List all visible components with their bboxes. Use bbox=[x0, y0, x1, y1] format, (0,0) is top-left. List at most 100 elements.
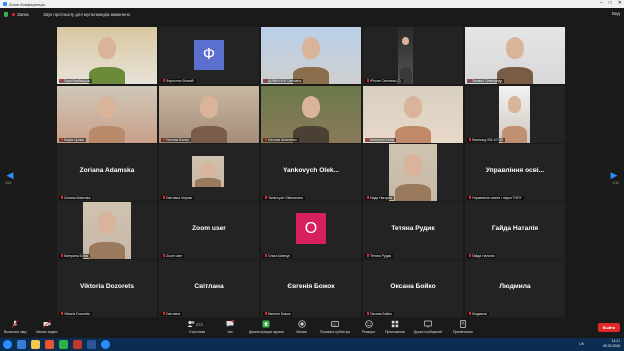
participants-label: Участники bbox=[188, 330, 206, 334]
participant-name-label: Samsung SM-A7018 bbox=[467, 137, 506, 142]
leave-meeting-button[interactable]: Выйти bbox=[598, 323, 620, 332]
page-indicator-left: 1/11 bbox=[5, 181, 12, 185]
participant-tile[interactable]: Viktoria Dozorets Viktoria Dozorets bbox=[57, 260, 157, 317]
participant-display-name: Оксана Бойко bbox=[390, 283, 436, 290]
participant-tile[interactable]: Євгенія Божок Євгенія Божок bbox=[261, 260, 361, 317]
system-clock[interactable]: 13:21 05.03.2026 bbox=[603, 339, 620, 349]
participant-tile[interactable]: Світлана Світлана bbox=[159, 260, 259, 317]
person-body bbox=[502, 125, 527, 143]
participant-display-name: Zoriana Adamska bbox=[79, 167, 135, 174]
windows-start-icon[interactable] bbox=[3, 340, 12, 349]
subtitles-button[interactable]: CC Показать субтитры bbox=[320, 320, 350, 334]
participant-tile[interactable]: Світлана Черкас bbox=[159, 144, 259, 201]
record-button[interactable]: Запись bbox=[296, 320, 307, 334]
participant-tile[interactable]: Людмила Людмила bbox=[465, 260, 565, 317]
chat-icon bbox=[226, 320, 234, 328]
participant-tile[interactable]: Управління осві... Управління освіти і на… bbox=[465, 144, 565, 201]
participant-tile[interactable]: О Ольга Шевчук bbox=[261, 202, 361, 259]
mic-muted-icon bbox=[265, 79, 267, 83]
window-titlebar: Zoom Конференція – □ ✕ bbox=[0, 0, 624, 8]
zoom-app-icon bbox=[3, 2, 7, 6]
participant-tile[interactable]: Zoom user Zoom user bbox=[159, 202, 259, 259]
participant-tile[interactable]: Ф Форостюк Віталій bbox=[159, 27, 259, 84]
mic-muted-icon bbox=[61, 312, 63, 316]
participant-tile[interactable]: Yankovych Olek... Yankovych Oleksandra bbox=[261, 144, 361, 201]
smile-icon bbox=[364, 320, 373, 328]
participant-name-label: iPhone Світлана (2) bbox=[365, 78, 403, 83]
prev-page-arrow-icon[interactable]: ◀ bbox=[6, 170, 14, 181]
participants-button[interactable]: 272 Участники bbox=[187, 320, 207, 334]
security-shield-icon[interactable] bbox=[4, 12, 8, 17]
notes-label: Примечания bbox=[453, 330, 473, 334]
participant-display-name: Zoom user bbox=[192, 225, 226, 232]
mic-muted-icon bbox=[469, 196, 471, 200]
participant-tile[interactable]: ДИВАНЧУК Світлана bbox=[261, 27, 361, 84]
participant-name-label: Viktoria Dozorets bbox=[59, 311, 92, 316]
participant-tile[interactable]: Наталія Шевченко bbox=[261, 86, 361, 143]
participant-display-name: Євгенія Божок bbox=[287, 283, 335, 290]
participant-tile[interactable]: Зоря Вербицька bbox=[57, 27, 157, 84]
participant-name-label: Євгенія Божок bbox=[263, 311, 293, 316]
maximize-icon[interactable]: □ bbox=[609, 0, 612, 6]
participant-tile[interactable]: Гайда Наталія Гайда Наталія bbox=[465, 202, 565, 259]
participant-display-name: Тетяна Рудик bbox=[391, 225, 435, 232]
apps-button[interactable]: Приложения bbox=[385, 320, 405, 334]
participant-tile[interactable]: Надя Нагорна bbox=[363, 144, 463, 201]
apps-label: Приложения bbox=[385, 330, 405, 334]
word-icon[interactable] bbox=[87, 340, 96, 349]
participant-display-name: Гайда Наталія bbox=[491, 225, 539, 232]
mic-muted-icon bbox=[469, 138, 471, 142]
participant-avatar: Ф bbox=[194, 40, 224, 70]
chat-label: Чат bbox=[227, 330, 233, 334]
participant-tile[interactable]: Катерина Білик bbox=[57, 202, 157, 259]
windows-taskbar: UK 13:21 05.03.2026 bbox=[0, 338, 624, 351]
participant-name-label: Гайда Наталія bbox=[467, 253, 497, 258]
mic-muted-icon bbox=[469, 254, 471, 258]
participant-display-name: Viktoria Dozorets bbox=[79, 283, 135, 290]
unmute-button[interactable]: Включить звук bbox=[4, 320, 27, 334]
participant-name-label: Zoom user bbox=[161, 253, 185, 258]
view-button[interactable]: Вид bbox=[612, 11, 620, 16]
participant-tile[interactable]: Зінович Олександр bbox=[465, 27, 565, 84]
chrome-icon[interactable] bbox=[59, 340, 68, 349]
recording-icon bbox=[12, 13, 15, 16]
next-page-arrow-icon[interactable]: ▶ bbox=[610, 170, 618, 181]
clock-date: 05.03.2026 bbox=[603, 344, 620, 348]
reactions-button[interactable]: Реакции bbox=[362, 320, 375, 334]
person-face bbox=[98, 37, 116, 59]
person-body bbox=[395, 125, 431, 143]
participant-tile[interactable]: iPhone Світлана (2) bbox=[363, 27, 463, 84]
recording-label[interactable]: Запис bbox=[17, 12, 29, 17]
participant-tile[interactable]: Марія Цолик bbox=[57, 86, 157, 143]
file-explorer-icon[interactable] bbox=[31, 340, 40, 349]
participant-tile[interactable]: Оксана Бойко Оксана Бойко bbox=[363, 260, 463, 317]
chat-button[interactable]: Чат bbox=[226, 320, 234, 334]
participant-tile[interactable]: Наталія Косюк bbox=[159, 86, 259, 143]
close-icon[interactable]: ✕ bbox=[618, 0, 622, 6]
meeting-toolbar: Включить звук Начать видео 272 Участники… bbox=[0, 318, 624, 338]
whiteboard-button[interactable]: Доска сообщений bbox=[414, 320, 442, 334]
keyboard-language[interactable]: UK bbox=[579, 342, 584, 346]
notes-button[interactable]: Примечания bbox=[453, 320, 473, 334]
mic-muted-icon bbox=[61, 254, 63, 258]
participant-tile[interactable]: Samsung SM-A7018 bbox=[465, 86, 565, 143]
ie-icon[interactable] bbox=[17, 340, 26, 349]
page-indicator-right: 1/11 bbox=[612, 181, 619, 185]
firefox-icon[interactable] bbox=[45, 340, 54, 349]
participant-name-label: Людмила bbox=[467, 311, 489, 316]
person-body bbox=[89, 66, 125, 84]
participant-tile[interactable]: Тетяна Рудик Тетяна Рудик bbox=[363, 202, 463, 259]
participant-tile[interactable]: Zoriana Adamska Zoriana Adamska bbox=[57, 144, 157, 201]
zoom-taskbar-icon[interactable] bbox=[101, 340, 110, 349]
person-face bbox=[507, 96, 522, 113]
start-video-button[interactable]: Начать видео bbox=[36, 320, 58, 334]
share-screen-button[interactable]: Демонстрация экрана bbox=[249, 320, 284, 334]
media-player-icon[interactable] bbox=[73, 340, 82, 349]
whiteboard-icon bbox=[424, 320, 432, 328]
mic-muted-icon bbox=[265, 196, 267, 200]
mic-muted-icon bbox=[163, 138, 165, 142]
person-body bbox=[191, 125, 227, 143]
participant-tile[interactable]: Катерина Білик bbox=[363, 86, 463, 143]
minimize-icon[interactable]: – bbox=[600, 0, 603, 6]
participant-name-label: Тетяна Рудик bbox=[365, 253, 393, 258]
